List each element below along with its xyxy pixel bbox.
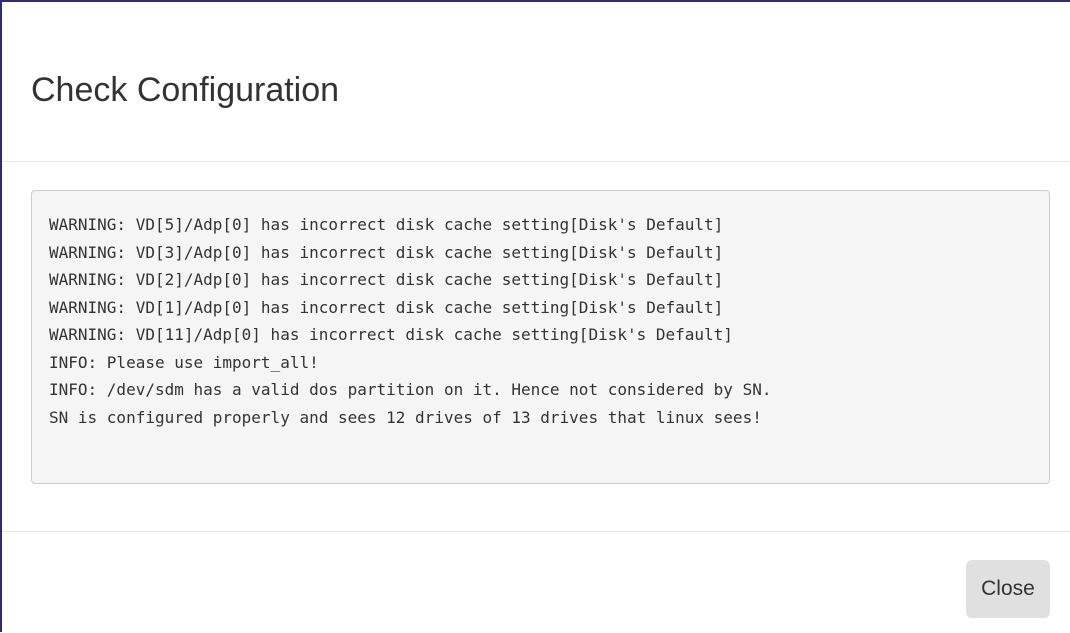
log-line: WARNING: VD[11]/Adp[0] has incorrect dis… [49, 325, 733, 344]
dialog-title: Check Configuration [31, 71, 340, 109]
log-line: WARNING: VD[5]/Adp[0] has incorrect disk… [49, 215, 724, 234]
log-line: SN is configured properly and sees 12 dr… [49, 407, 762, 427]
log-line: INFO: /dev/sdm has a valid dos partition… [49, 380, 772, 399]
log-line: WARNING: VD[3]/Adp[0] has incorrect disk… [49, 242, 724, 262]
dialog-body: WARNING: VD[5]/Adp[0] has incorrect disk… [31, 190, 1050, 484]
log-line: WARNING: VD[1]/Adp[0] has incorrect disk… [49, 297, 724, 317]
configuration-log: WARNING: VD[5]/Adp[0] has incorrect disk… [31, 190, 1050, 484]
log-line: WARNING: VD[2]/Adp[0] has incorrect disk… [49, 270, 724, 289]
log-line: INFO: Please use import_all! [49, 352, 319, 372]
dialog-footer: Close [2, 531, 1070, 633]
dialog-header: Check Configuration [2, 2, 1070, 162]
close-button[interactable]: Close [966, 560, 1050, 618]
check-configuration-dialog: Check Configuration WARNING: VD[5]/Adp[0… [0, 0, 1070, 632]
